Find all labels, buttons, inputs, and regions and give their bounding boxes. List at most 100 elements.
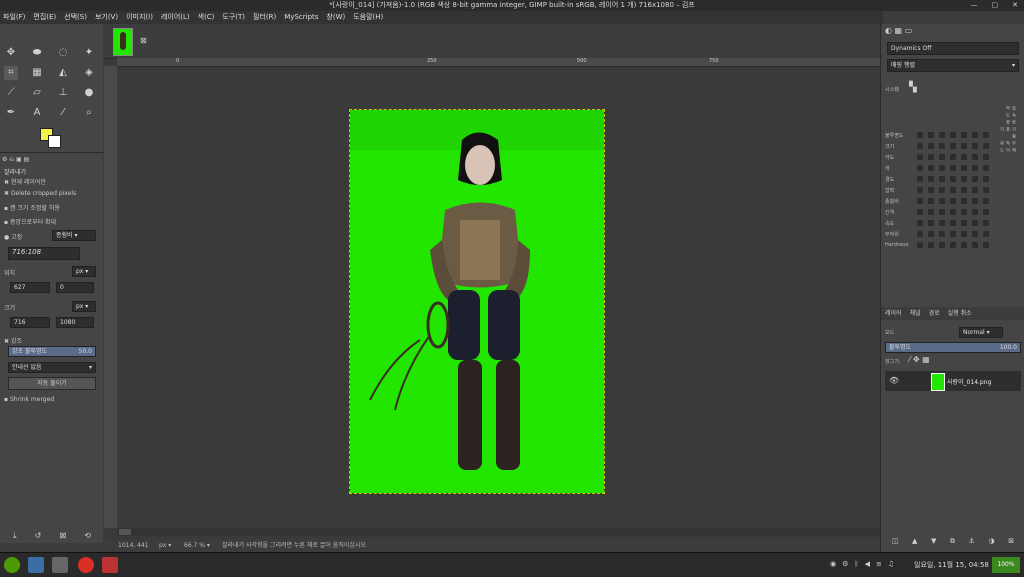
dynamics-cell[interactable] (939, 132, 945, 138)
dynamics-cell[interactable] (928, 209, 934, 215)
delete-preset-icon[interactable]: ⊠ (59, 531, 66, 541)
dynamics-cell[interactable] (950, 187, 956, 193)
menu-start-icon[interactable] (4, 557, 20, 573)
dynamics-cell[interactable] (950, 242, 956, 248)
fuzzy-select-icon[interactable]: ✦ (82, 46, 96, 60)
dynamics-cell[interactable] (928, 165, 934, 171)
dynamics-cell[interactable] (972, 209, 978, 215)
dynamics-cell[interactable] (983, 198, 989, 204)
reset-icon[interactable]: ⟲ (84, 531, 91, 541)
eraser-icon[interactable]: ▱ (30, 86, 44, 100)
duplicate-layer-icon[interactable]: ⧉ (950, 537, 955, 547)
dynamics-cell[interactable] (972, 154, 978, 160)
tray-icons[interactable]: ◉⚙ᛒ◀≡♫ (830, 560, 900, 568)
position-unit-select[interactable]: px ▾ (72, 266, 96, 277)
dynamics-cell[interactable] (983, 220, 989, 226)
dynamics-cell[interactable] (950, 165, 956, 171)
dynamics-cell[interactable] (917, 154, 923, 160)
tab-channels[interactable]: 채널 (910, 307, 921, 320)
size-height-input[interactable]: 1080 (56, 317, 94, 328)
expand-center-checkbox[interactable]: ▪ 중앙으로부터 확대 (4, 217, 56, 226)
dynamics-cell[interactable] (928, 242, 934, 248)
close-icon[interactable]: ✕ (1012, 0, 1018, 11)
dynamics-cell[interactable] (961, 154, 967, 160)
dynamics-cell[interactable] (972, 187, 978, 193)
anchor-icon[interactable]: ⚓ (969, 537, 975, 547)
dynamics-cell[interactable] (950, 143, 956, 149)
bucket-fill-icon[interactable]: ◈ (82, 66, 96, 80)
tab-layers[interactable]: 레이어 (885, 307, 902, 320)
layer-up-icon[interactable]: ▲ (912, 537, 917, 547)
save-preset-icon[interactable]: ⤓ (13, 531, 17, 541)
maximize-icon[interactable]: ▢ (992, 0, 999, 11)
dynamics-cell[interactable] (928, 143, 934, 149)
pattern-icon[interactable]: ▦ (895, 26, 903, 35)
menu-myscripts[interactable]: MyScripts (284, 11, 318, 24)
layer-down-icon[interactable]: ▼ (931, 537, 936, 547)
dynamics-cell[interactable] (972, 220, 978, 226)
dynamics-cell[interactable] (917, 220, 923, 226)
dynamics-cell[interactable] (983, 209, 989, 215)
auto-shrink-button[interactable]: 자동 줄이기 (8, 377, 96, 390)
tool-options-tab-icon[interactable]: ⚙ ⎌ ▣ ▤ (2, 156, 29, 163)
highlight-opacity-slider[interactable]: 강조 불투명도 50.0 (8, 346, 96, 357)
size-unit-select[interactable]: px ▾ (72, 301, 96, 312)
menu-tools[interactable]: 도구(T) (222, 11, 245, 24)
files-icon[interactable] (28, 557, 44, 573)
dynamics-cell[interactable] (972, 198, 978, 204)
dynamics-cell[interactable] (961, 187, 967, 193)
battery-indicator[interactable]: 100% (992, 557, 1020, 573)
close-tab-icon[interactable]: ⊠ (140, 36, 147, 45)
layer-row[interactable]: 👁 사랑이_014.png (885, 371, 1021, 391)
dynamics-cell[interactable] (961, 176, 967, 182)
dynamics-cell[interactable] (961, 231, 967, 237)
shrink-merged-checkbox[interactable]: ▪ Shrink merged (4, 396, 54, 403)
dynamics-cell[interactable] (972, 165, 978, 171)
dynamics-cell[interactable] (983, 154, 989, 160)
dynamics-cell[interactable] (961, 165, 967, 171)
dynamics-cell[interactable] (950, 198, 956, 204)
dynamics-cell[interactable] (939, 143, 945, 149)
clock[interactable]: 일요일, 11월 15, 04:58 (914, 560, 989, 570)
gimp-icon[interactable] (102, 557, 118, 573)
new-layer-icon[interactable]: ◫ (892, 537, 899, 547)
dynamics-cell[interactable] (939, 154, 945, 160)
dynamics-cell[interactable] (983, 143, 989, 149)
guides-select[interactable]: 안내선 없음 ▾ (8, 362, 96, 373)
dynamics-cell[interactable] (917, 143, 923, 149)
warp-icon[interactable]: ◭ (56, 66, 70, 80)
dynamics-cell[interactable] (950, 209, 956, 215)
menu-file[interactable]: 파일(F) (3, 11, 25, 24)
dynamics-cell[interactable] (917, 209, 923, 215)
dynamics-cell[interactable] (983, 165, 989, 171)
browser-icon[interactable] (78, 557, 94, 573)
menu-view[interactable]: 보기(V) (95, 11, 118, 24)
unit-select[interactable]: px ▾ (159, 540, 171, 552)
transform-icon[interactable]: ▦ (30, 66, 44, 80)
dynamics-cell[interactable] (961, 242, 967, 248)
dynamics-cell[interactable] (983, 242, 989, 248)
minimize-icon[interactable]: — (971, 0, 978, 11)
dynamics-cell[interactable] (972, 242, 978, 248)
dynamics-header[interactable]: Dynamics Off (887, 42, 1019, 55)
menu-colors[interactable]: 색(C) (198, 11, 215, 24)
tab-paths[interactable]: 경로 (929, 307, 940, 320)
menu-windows[interactable]: 창(W) (326, 11, 345, 24)
dynamics-cell[interactable] (939, 242, 945, 248)
dynamics-cell[interactable] (983, 176, 989, 182)
visibility-eye-icon[interactable]: 👁 (889, 376, 899, 385)
dynamics-cell[interactable] (917, 132, 923, 138)
ratio-input[interactable]: 716:108 (8, 247, 80, 260)
dynamics-cell[interactable] (961, 198, 967, 204)
crop-tool-icon[interactable]: ⌗ (4, 66, 18, 80)
dynamics-cell[interactable] (939, 165, 945, 171)
dynamics-cell[interactable] (928, 154, 934, 160)
zoom-icon[interactable]: ⌕ (82, 106, 96, 120)
dynamics-cell[interactable] (917, 187, 923, 193)
brush-icon[interactable]: ◐ (885, 26, 892, 35)
paintbrush-icon[interactable]: ⟋ (4, 86, 18, 100)
text-tool-icon[interactable]: A (30, 106, 44, 120)
tab-undo[interactable]: 실행 취소 (948, 307, 972, 320)
lock-icons[interactable]: ⁄ ✥ ▦ (909, 355, 930, 364)
dynamics-cell[interactable] (950, 132, 956, 138)
